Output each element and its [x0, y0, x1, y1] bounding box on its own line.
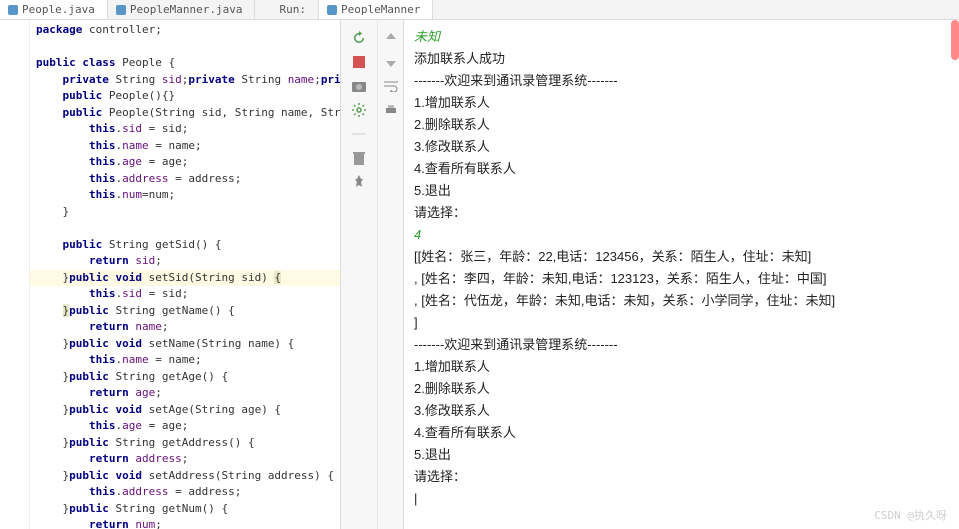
- menu-item: 5.退出: [414, 180, 949, 202]
- wrap-icon[interactable]: [383, 78, 399, 94]
- file-icon: [8, 5, 18, 15]
- watermark: CSDN @执久呀: [874, 507, 947, 523]
- stop-icon[interactable]: [351, 54, 367, 70]
- prev-input: 未知: [414, 26, 949, 48]
- tab-label: PeopleManner: [341, 3, 420, 16]
- prompt: 请选择：: [414, 202, 949, 224]
- prompt: 请选择：: [414, 466, 949, 488]
- file-icon: [327, 5, 337, 15]
- tab-people-java[interactable]: People.java: [0, 0, 108, 19]
- output-line: -------欢迎来到通讯录管理系统-------: [414, 334, 949, 356]
- output-line: 添加联系人成功: [414, 48, 949, 70]
- menu-item: 4.查看所有联系人: [414, 422, 949, 444]
- run-toolbar: [340, 20, 378, 529]
- camera-icon[interactable]: [351, 78, 367, 94]
- data-line: , [姓名：李四，年龄：未知,电话：123123，关系：陌生人，住址：中国]: [414, 268, 949, 290]
- trash-icon[interactable]: [351, 150, 367, 166]
- console-output[interactable]: 未知 添加联系人成功 -------欢迎来到通讯录管理系统------- 1.增…: [404, 20, 959, 529]
- rerun-icon[interactable]: [351, 30, 367, 46]
- line-gutter: [0, 20, 30, 529]
- output-line: -------欢迎来到通讯录管理系统-------: [414, 70, 949, 92]
- data-line: , [姓名：代伍龙，年龄：未知,电话：未知，关系：小学同学，住址：未知]: [414, 290, 949, 312]
- menu-item: 1.增加联系人: [414, 356, 949, 378]
- divider-icon: [351, 126, 367, 142]
- scrollbar-indicator[interactable]: [951, 20, 959, 60]
- pin-icon[interactable]: [351, 174, 367, 190]
- cursor: |: [414, 488, 949, 510]
- tab-people-manner-java[interactable]: PeopleManner.java: [108, 0, 256, 19]
- menu-item: 3.修改联系人: [414, 400, 949, 422]
- menu-item: 1.增加联系人: [414, 92, 949, 114]
- run-panel-label: Run:: [271, 0, 319, 19]
- editor-tabs: People.java PeopleManner.java Run: Peopl…: [0, 0, 959, 20]
- up-icon[interactable]: [383, 30, 399, 46]
- data-line: ]: [414, 312, 949, 334]
- menu-item: 2.删除联系人: [414, 378, 949, 400]
- down-icon[interactable]: [383, 54, 399, 70]
- editor-pane: package controller; public class People …: [0, 20, 340, 529]
- tab-label: PeopleManner.java: [130, 3, 243, 16]
- print-icon[interactable]: [383, 102, 399, 118]
- console-toolbar: [378, 20, 404, 529]
- menu-item: 2.删除联系人: [414, 114, 949, 136]
- code-editor[interactable]: package controller; public class People …: [30, 20, 340, 529]
- run-config-tab[interactable]: PeopleManner: [319, 0, 433, 19]
- menu-item: 5.退出: [414, 444, 949, 466]
- data-line: [[姓名：张三，年龄：22,电话：123456，关系：陌生人，住址：未知]: [414, 246, 949, 268]
- settings-icon[interactable]: [351, 102, 367, 118]
- menu-item: 4.查看所有联系人: [414, 158, 949, 180]
- file-icon: [116, 5, 126, 15]
- user-input: 4: [414, 224, 949, 246]
- menu-item: 3.修改联系人: [414, 136, 949, 158]
- tab-label: People.java: [22, 3, 95, 16]
